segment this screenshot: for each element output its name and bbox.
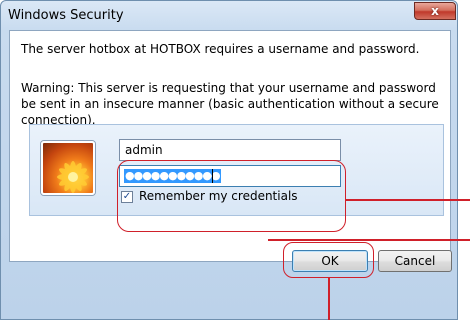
annotation-line-ok <box>328 278 330 320</box>
server-message: The server hotbox at HOTBOX requires a u… <box>21 42 420 56</box>
user-avatar-icon <box>41 141 95 195</box>
username-value: admin <box>125 143 163 157</box>
warning-message: Warning: This server is requesting that … <box>21 81 439 127</box>
cancel-button[interactable]: Cancel <box>378 250 452 272</box>
username-field[interactable]: admin <box>119 139 341 161</box>
window-title: Windows Security <box>8 8 124 23</box>
annotation-line-fields <box>346 199 470 201</box>
annotation-ring-credentials <box>117 160 346 232</box>
close-button[interactable]: x <box>414 2 456 20</box>
annotation-line-remember <box>268 239 470 241</box>
close-icon: x <box>431 4 439 18</box>
annotation-ring-ok <box>283 242 374 278</box>
